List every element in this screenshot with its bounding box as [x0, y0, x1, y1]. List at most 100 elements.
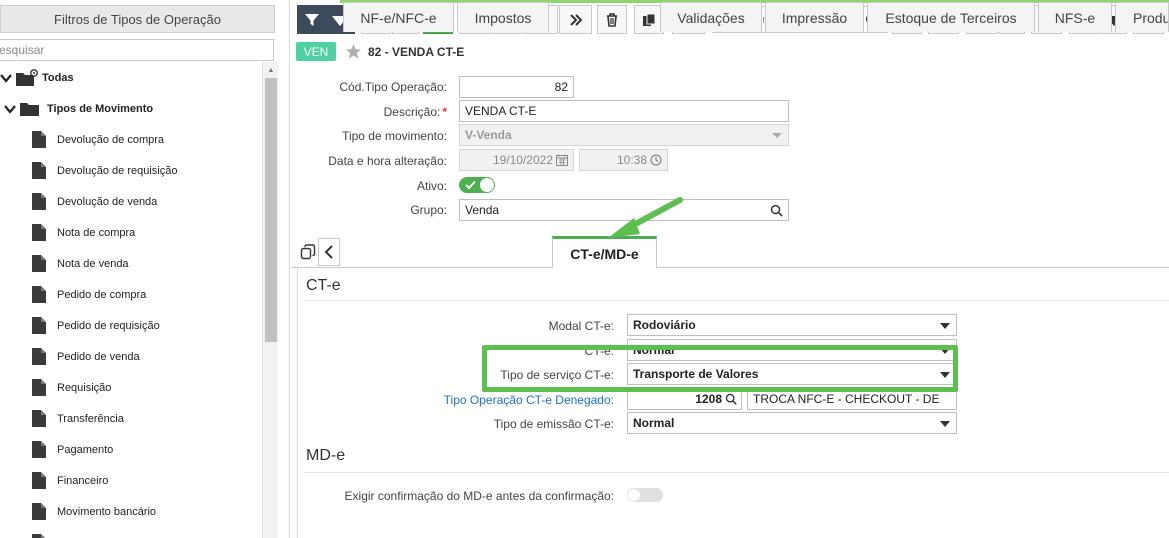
scroll-up-arrow-icon[interactable]: ▲	[263, 62, 279, 78]
descricao-field[interactable]: VENDA CT-E	[459, 100, 789, 122]
document-icon	[32, 224, 46, 241]
document-icon	[32, 379, 46, 396]
tree-item[interactable]: Pedido de compra	[32, 279, 146, 310]
tab-estoque-terceiros[interactable]: Estoque de Terceiros	[867, 2, 1035, 32]
hora-alteracao-field: 10:38	[579, 149, 668, 171]
tipo-movimento-label: Tipo de movimento:	[342, 129, 447, 143]
cte-section-title: CT-e	[306, 277, 341, 294]
delete-button[interactable]	[597, 5, 627, 34]
tree-item-label: Financeiro	[57, 474, 109, 487]
exigir-confirmacao-mde-label: Exigir confirmação do MD-e antes da conf…	[344, 489, 614, 503]
scrollbar-thumb[interactable]	[265, 78, 277, 342]
document-icon	[32, 472, 46, 489]
document-icon	[32, 193, 46, 210]
tree-item[interactable]: Requisição	[32, 372, 111, 403]
exigir-confirmacao-mde-toggle[interactable]	[627, 488, 663, 502]
tree-node-tipos-de-movimento[interactable]: Tipos de Movimento	[4, 93, 153, 124]
last-record-button[interactable]	[559, 5, 592, 34]
chevron-down-icon[interactable]	[0, 72, 12, 84]
filter-icon	[305, 13, 319, 26]
grupo-label: Grupo:	[410, 203, 447, 217]
caret-down-icon	[940, 421, 950, 427]
toggle-knob	[628, 489, 640, 501]
tree-node-todas[interactable]: Todas	[0, 62, 74, 93]
tree-item[interactable]: Movimento bancário	[32, 496, 156, 527]
tab-impostos[interactable]: Impostos	[457, 2, 549, 32]
tipo-emissao-cte-select[interactable]: Normal	[627, 412, 957, 434]
check-icon	[465, 180, 476, 190]
required-marker: *	[442, 105, 447, 119]
modal-cte-select[interactable]: Rodoviário	[627, 314, 957, 336]
tree-item-label: Pedido de requisição	[57, 319, 160, 332]
chevron-left-icon	[324, 245, 333, 259]
copy-icon	[643, 13, 656, 26]
tipo-operacao-denegado-desc: TROCA NFC-E - CHECKOUT - DE	[753, 392, 940, 406]
toggle-knob	[480, 178, 494, 192]
operation-type-badge: VEN	[296, 42, 336, 61]
document-icon	[32, 534, 45, 538]
search-icon[interactable]	[725, 393, 737, 405]
cod-tipo-operacao-value: 82	[554, 80, 568, 94]
tree-item[interactable]: Pedido de requisição	[32, 310, 160, 341]
tipo-movimento-select: V-Venda	[459, 124, 789, 146]
tree-item-label: Pedido de compra	[57, 288, 147, 301]
ativo-label: Ativo:	[416, 179, 447, 193]
tipo-movimento-value: V-Venda	[465, 128, 512, 142]
mde-section-title: MD-e	[306, 447, 346, 464]
folder-settings-icon	[16, 68, 38, 86]
clock-icon	[650, 154, 662, 166]
grupo-value: Venda	[465, 203, 500, 217]
tabs-scroll-left-button[interactable]	[318, 238, 340, 266]
tipo-operacao-denegado-link[interactable]: Tipo Operação CT-e Denegado:	[420, 393, 614, 407]
modal-cte-label: Modal CT-e:	[548, 319, 614, 333]
tree-item[interactable]: Nota de venda	[32, 248, 129, 279]
tree-item-partial[interactable]	[32, 527, 57, 538]
document-icon	[32, 162, 46, 179]
tree-scrollbar[interactable]: ▲	[262, 62, 278, 538]
tipo-emissao-cte-value: Normal	[633, 416, 675, 430]
tabs-bar	[291, 236, 1169, 268]
tree-item-label: Pagamento	[57, 443, 114, 456]
tree-item[interactable]: Financeiro	[32, 465, 108, 496]
cod-tipo-operacao-field[interactable]: 82	[459, 76, 574, 98]
cod-tipo-operacao-label: Cód.Tipo Operação:	[339, 80, 447, 94]
tree-item-label: Nota de venda	[57, 257, 129, 270]
document-icon	[32, 348, 46, 365]
operation-type-tree: Todas Tipos de Movimento Devolução de co…	[0, 62, 262, 538]
modal-cte-value: Rodoviário	[633, 318, 696, 332]
tab-nfe-nfce[interactable]: NF-e/NFC-e	[343, 2, 454, 32]
descricao-label-text: Descrição:	[383, 105, 441, 119]
record-title: 82 - VENDA CT-E	[368, 45, 465, 59]
tree-item[interactable]: Devolução de compra	[32, 124, 164, 155]
tree-item[interactable]: Transferência	[32, 403, 124, 434]
document-icon	[32, 255, 46, 272]
ativo-toggle[interactable]	[459, 177, 495, 193]
tipo-operacao-denegado-code: 1208	[695, 392, 722, 406]
filter-search-input[interactable]	[0, 39, 274, 61]
tab-nfse[interactable]: NFS-e	[1038, 2, 1112, 32]
tree-item-label: Nota de compra	[57, 226, 136, 239]
filter-panel-title: Filtros de Tipos de Operação	[0, 5, 275, 33]
search-icon[interactable]	[770, 204, 783, 217]
trash-icon	[607, 12, 617, 27]
tree-item-label: Devolução de compra	[57, 133, 165, 146]
tree-item[interactable]: Pedido de venda	[32, 341, 140, 372]
tab-produ-truncated[interactable]: Produ	[1115, 2, 1169, 32]
tab-validacoes[interactable]: Validações	[660, 2, 762, 32]
tree-item[interactable]: Pagamento	[32, 434, 113, 465]
favorite-star-icon[interactable]	[345, 43, 362, 60]
descricao-value: VENDA CT-E	[465, 104, 537, 118]
chevron-down-icon[interactable]	[4, 103, 16, 115]
data-alteracao-field: 19/10/2022	[459, 149, 574, 171]
tree-item[interactable]: Nota de compra	[32, 217, 135, 248]
section-divider	[304, 472, 1169, 473]
filter-panel: Filtros de Tipos de Operação Todas Tipos…	[0, 0, 290, 538]
document-icon	[32, 410, 46, 427]
copy-icon[interactable]	[300, 244, 316, 260]
tab-impressao[interactable]: Impressão	[765, 2, 864, 32]
folder-icon	[20, 102, 39, 116]
section-divider	[304, 300, 1169, 301]
tree-item[interactable]: Devolução de requisição	[32, 155, 177, 186]
caret-down-icon	[772, 133, 782, 138]
tree-item[interactable]: Devolução de venda	[32, 186, 157, 217]
